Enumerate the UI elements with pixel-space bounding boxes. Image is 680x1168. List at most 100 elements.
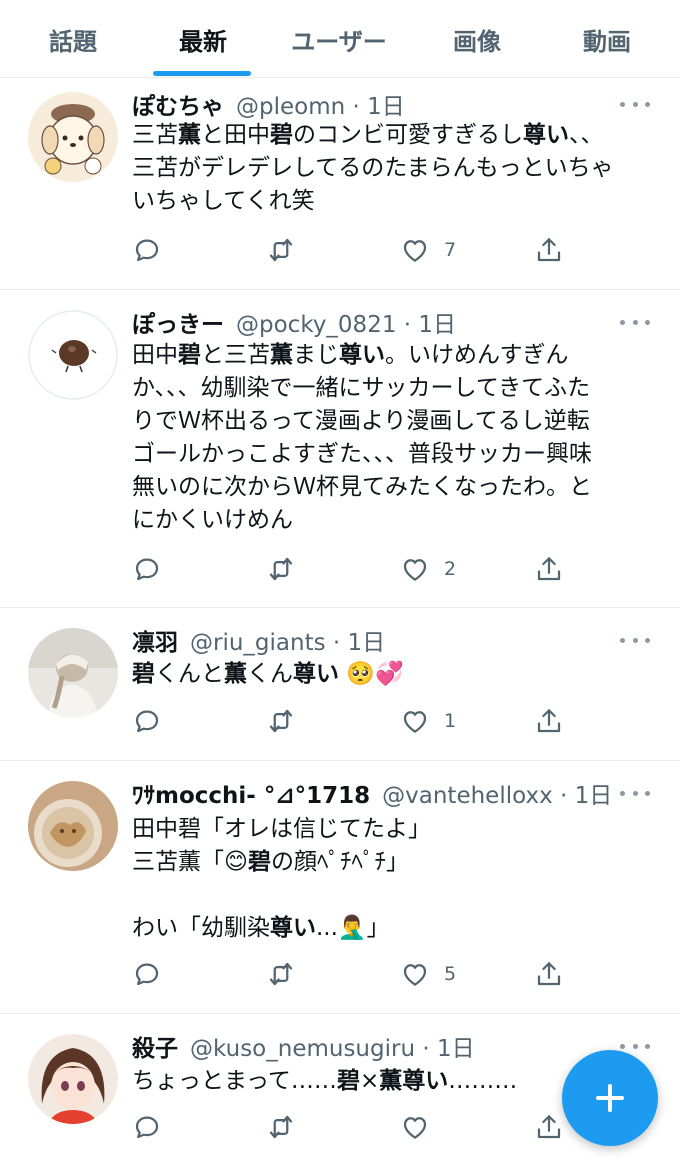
reply-icon	[132, 706, 162, 736]
highlighted-keyword: 尊い	[339, 342, 385, 368]
tweet-text: 田中碧「オレは信じてたよ」 三苫薫「😊碧の顔ﾍﾟﾁﾍﾟﾁ」 わい「幼馴染尊い...🤦…	[132, 813, 657, 945]
highlighted-keyword: 薫	[224, 661, 247, 687]
display-name[interactable]: ぽむちゃ	[132, 87, 224, 121]
tweet[interactable]: ﾜｻmocchi- °⊿°1718 @vantehelloxx · 1日 田中碧…	[0, 761, 680, 1014]
share-icon	[534, 554, 564, 584]
user-handle[interactable]: @riu_giants · 1日	[190, 623, 385, 657]
heart-icon	[400, 959, 430, 989]
share-button[interactable]	[534, 1110, 564, 1144]
more-options-icon[interactable]	[620, 788, 650, 798]
like-count: 5	[444, 963, 457, 985]
tab-videos[interactable]: 動画	[534, 0, 680, 78]
tab-bar: 話題 最新 ユーザー 画像 動画	[0, 0, 680, 78]
retweet-button[interactable]	[266, 957, 296, 991]
like-button[interactable]: 7	[400, 233, 456, 267]
like-button[interactable]: 2	[400, 552, 456, 586]
tweet-text-line: 田中碧と三苫薫まじ尊い。いけめんすぎん	[132, 339, 657, 372]
like-button[interactable]: 1	[400, 704, 456, 738]
highlighted-keyword: 薫	[270, 342, 293, 368]
display-name[interactable]: 凛羽	[132, 623, 178, 657]
reply-button[interactable]	[132, 1110, 162, 1144]
user-avatar[interactable]	[28, 628, 118, 718]
reply-button[interactable]	[132, 704, 162, 738]
more-options-icon[interactable]	[620, 99, 650, 109]
user-handle[interactable]: @pleomn · 1日	[236, 87, 405, 121]
tweet-actions: 5	[132, 957, 572, 991]
tweet-actions	[132, 1110, 572, 1144]
tweet-text-line: ゴールかっこよすぎた、、、普段サッカー興味	[132, 438, 657, 471]
text-segment: と田中	[201, 122, 270, 148]
text-segment: ×	[359, 1068, 380, 1094]
tweet-text: 碧くんと薫くん尊い 🥺💞	[132, 658, 657, 691]
text-segment: 無いのに次からＷ杯見てみたくなったわ。と	[132, 474, 592, 500]
tweet[interactable]: 凛羽 @riu_giants · 1日 碧くんと薫くん尊い 🥺💞 1	[0, 608, 680, 761]
tweet-text-line	[132, 879, 657, 912]
retweet-icon	[266, 554, 296, 584]
display-name[interactable]: ﾜｻmocchi- °⊿°1718	[132, 776, 370, 810]
share-button[interactable]	[534, 233, 564, 267]
reply-button[interactable]	[132, 957, 162, 991]
text-segment: いちゃしてくれ笑	[132, 188, 315, 214]
tab-users[interactable]: ユーザー	[262, 0, 416, 78]
tab-images[interactable]: 画像	[404, 0, 550, 78]
highlighted-keyword: 薫尊い	[379, 1068, 449, 1094]
tweet-text-line: いちゃしてくれ笑	[132, 185, 657, 218]
text-segment: 、、	[569, 122, 604, 148]
user-handle[interactable]: @vantehelloxx · 1日	[382, 776, 612, 810]
like-count: 2	[444, 558, 457, 580]
user-avatar[interactable]	[28, 92, 118, 182]
retweet-button[interactable]	[266, 552, 296, 586]
more-options-icon[interactable]	[620, 635, 650, 645]
more-options-icon[interactable]	[620, 317, 650, 327]
retweet-button[interactable]	[266, 704, 296, 738]
share-icon	[534, 706, 564, 736]
user-avatar[interactable]	[28, 1034, 118, 1124]
text-segment: くん	[247, 661, 293, 687]
text-segment: ゴールかっこよすぎた、、、普段サッカー興味	[132, 441, 592, 467]
reply-icon	[132, 1112, 162, 1142]
more-options-icon[interactable]	[620, 1041, 650, 1051]
tab-trending[interactable]: 話題	[0, 0, 146, 78]
share-button[interactable]	[534, 704, 564, 738]
text-segment: りでＷ杯出るって漫画より漫画してるし逆転	[132, 408, 590, 434]
tweet-header: ﾜｻmocchi- °⊿°1718 @vantehelloxx · 1日	[132, 777, 620, 809]
heart-icon	[400, 235, 430, 265]
retweet-icon	[266, 706, 296, 736]
compose-tweet-button[interactable]	[562, 1050, 658, 1146]
user-handle[interactable]: @kuso_nemusugiru · 1日	[190, 1029, 475, 1063]
text-segment: の顔ﾍﾟﾁﾍﾟﾁ」	[270, 849, 409, 875]
user-avatar[interactable]	[28, 781, 118, 871]
user-handle[interactable]: @pocky_0821 · 1日	[236, 305, 456, 339]
tweet-text-line: 碧くんと薫くん尊い 🥺💞	[132, 658, 657, 691]
share-button[interactable]	[534, 957, 564, 991]
highlighted-keyword: 尊い	[270, 915, 316, 941]
display-name[interactable]: 殺子	[132, 1029, 178, 1063]
text-segment: か、、、幼馴染で一緒にサッカーしてきてふた	[132, 375, 591, 401]
tweet-text-line: 無いのに次からＷ杯見てみたくなったわ。と	[132, 471, 657, 504]
tweet-text-line: 三苫がデレデレしてるのたまらんもっといちゃ	[132, 152, 657, 185]
tweet[interactable]: ぽむちゃ @pleomn · 1日 三苫薫と田中碧のコンビ可愛すぎるし尊い、、三…	[0, 78, 680, 290]
reply-button[interactable]	[132, 552, 162, 586]
share-button[interactable]	[534, 552, 564, 586]
highlighted-keyword: 碧	[270, 122, 293, 148]
tweet-text-line: わい「幼馴染尊い...🤦‍♂️」	[132, 912, 657, 945]
like-button[interactable]	[400, 1110, 430, 1144]
like-button[interactable]: 5	[400, 957, 456, 991]
tweet[interactable]: ぽっきー @pocky_0821 · 1日 田中碧と三苫薫まじ尊い。いけめんすぎ…	[0, 290, 680, 608]
text-segment: 田中	[132, 342, 178, 368]
tweet-text-line: にかくいけめん	[132, 504, 657, 537]
tab-latest[interactable]: 最新	[130, 0, 276, 78]
user-avatar[interactable]	[28, 310, 118, 400]
text-segment: 。いけめんすぎん	[385, 342, 569, 368]
tweet-header: ぽむちゃ @pleomn · 1日	[132, 88, 620, 120]
retweet-button[interactable]	[266, 1110, 296, 1144]
reply-button[interactable]	[132, 233, 162, 267]
active-tab-indicator	[153, 71, 251, 76]
display-name[interactable]: ぽっきー	[132, 305, 224, 339]
retweet-icon	[266, 1112, 296, 1142]
highlighted-keyword: 碧	[247, 849, 271, 875]
like-count: 1	[444, 710, 457, 732]
text-segment: わい「幼馴染	[132, 915, 270, 941]
retweet-button[interactable]	[266, 233, 296, 267]
like-count: 7	[444, 239, 457, 261]
